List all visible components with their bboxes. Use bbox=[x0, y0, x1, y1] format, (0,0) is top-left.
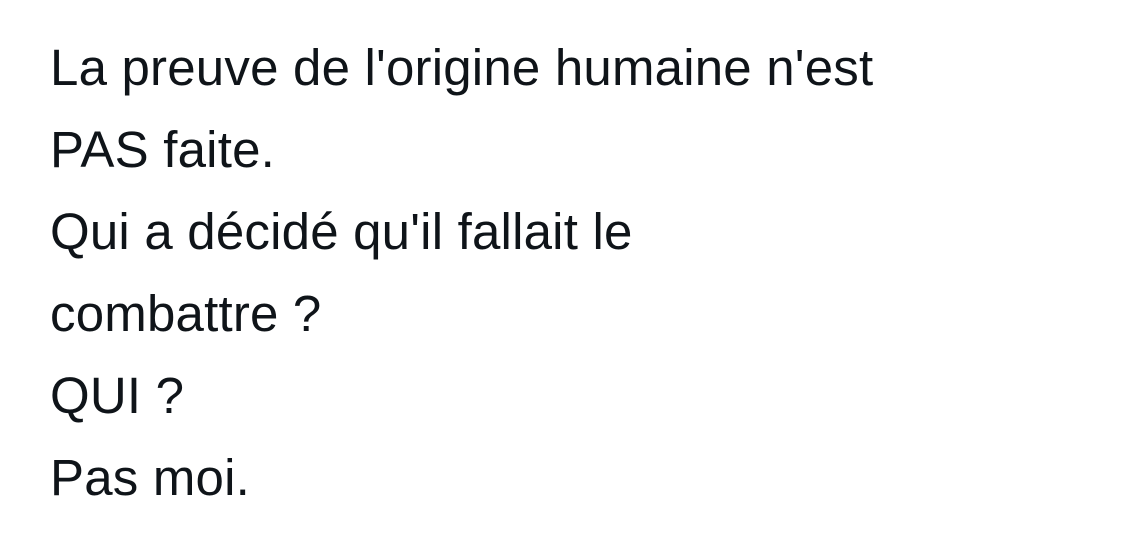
tweet-text-line-3: Qui a décidé qu'il fallait le bbox=[50, 203, 633, 260]
tweet-text-line-6: Pas moi. bbox=[50, 449, 250, 506]
tweet-text: La preuve de l'origine humaine n'est PAS… bbox=[50, 27, 1100, 519]
tweet-text-line-2: PAS faite. bbox=[50, 121, 276, 178]
tweet-text-line-1: La preuve de l'origine humaine n'est bbox=[50, 39, 874, 96]
tweet-text-line-5: QUI ? bbox=[50, 367, 185, 424]
tweet-text-line-4: combattre ? bbox=[50, 285, 322, 342]
